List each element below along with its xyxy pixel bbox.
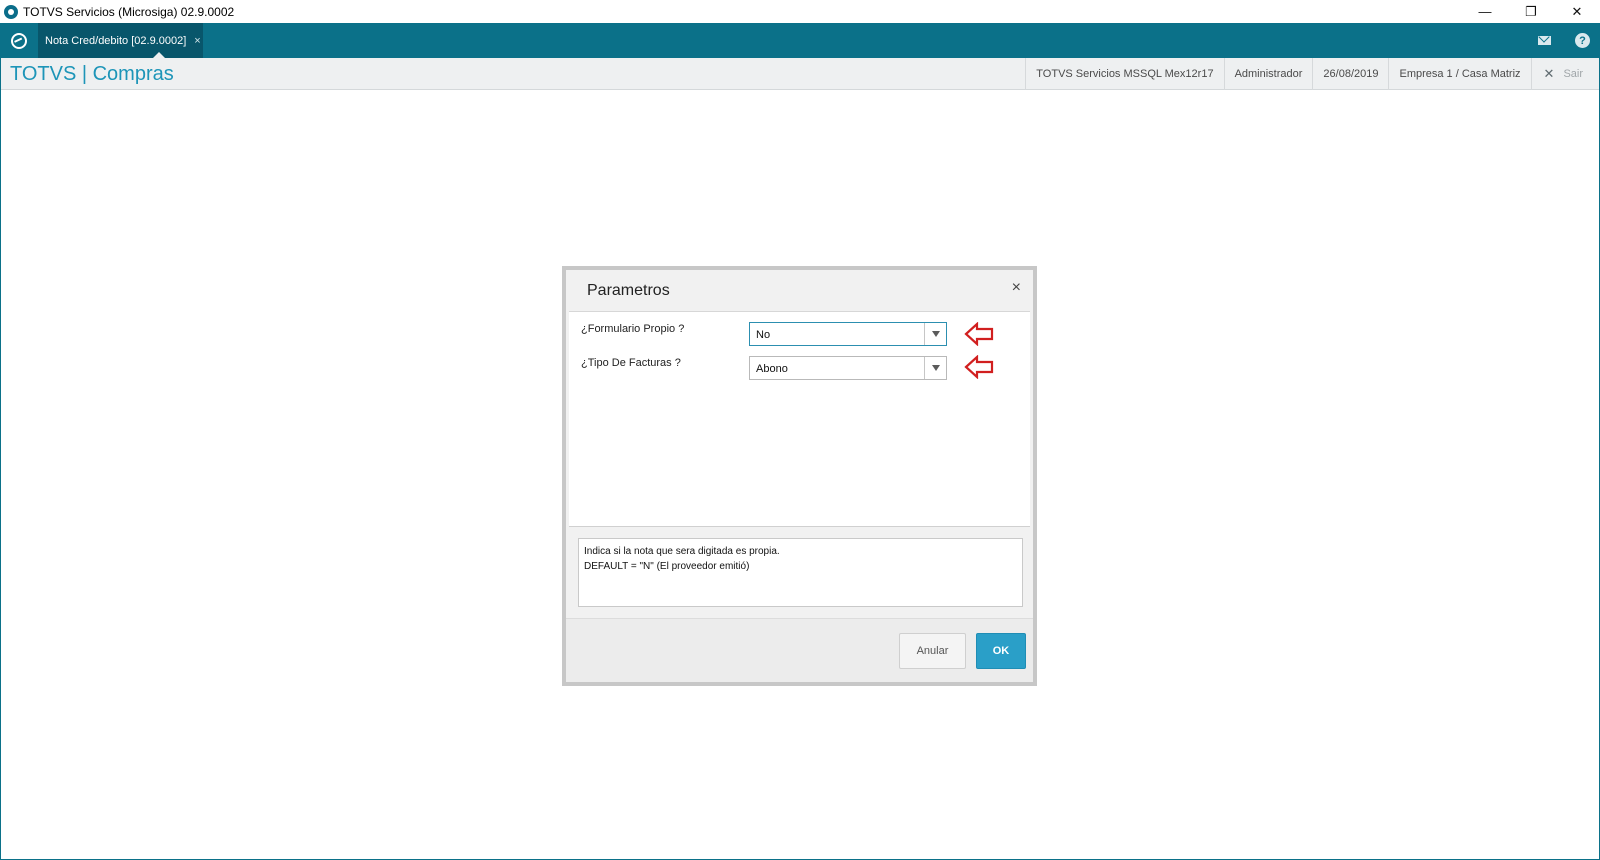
window-controls: — ❐ ✕ [1462, 0, 1600, 23]
parametros-dialog: Parametros × ¿Formulario Propio ? No ¿Ti… [562, 266, 1037, 686]
logout-label: Sair [1563, 68, 1583, 80]
window-titlebar: TOTVS Servicios (Microsiga) 02.9.0002 — … [0, 0, 1600, 23]
window-title: TOTVS Servicios (Microsiga) 02.9.0002 [23, 4, 235, 19]
restore-button[interactable]: ❐ [1508, 0, 1554, 23]
home-button[interactable] [0, 23, 38, 58]
formulario-propio-select[interactable]: No [749, 322, 947, 346]
help-line: DEFAULT = "N" (El proveedor emitió) [584, 561, 750, 572]
app-logo-icon [4, 4, 18, 19]
mail-icon[interactable] [1538, 36, 1551, 45]
close-window-button[interactable]: ✕ [1554, 0, 1600, 23]
params-panel: ¿Formulario Propio ? No ¿Tipo De Factura… [569, 311, 1030, 527]
formulario-propio-value: No [756, 329, 771, 341]
tab-bar: Nota Cred/debito [02.9.0002] × ? [0, 23, 1600, 58]
dialog-close-icon[interactable]: × [1012, 279, 1021, 297]
minimize-button[interactable]: — [1462, 0, 1508, 23]
parameter-help-text: Indica si la nota que sera digitada es p… [578, 538, 1023, 607]
header-info: TOTVS Servicios MSSQL Mex12r17 Administr… [1025, 58, 1599, 90]
help-icon[interactable]: ? [1575, 33, 1590, 48]
tab-close-icon[interactable]: × [194, 35, 200, 47]
dialog-titlebar: Parametros × [566, 270, 1033, 310]
red-arrow-indicator-icon [964, 355, 994, 379]
environment-label: TOTVS Servicios MSSQL Mex12r17 [1025, 58, 1223, 90]
totvs-home-icon [11, 32, 27, 49]
param-label-formulario-propio: ¿Formulario Propio ? [581, 323, 685, 335]
anular-button[interactable]: Anular [899, 633, 966, 669]
tab-nota-cred-debito[interactable]: Nota Cred/debito [02.9.0002] × [38, 23, 203, 58]
dropdown-arrow-icon[interactable] [924, 323, 946, 345]
ok-button[interactable]: OK [976, 633, 1026, 669]
tipo-facturas-value: Abono [756, 363, 788, 375]
help-line: Indica si la nota que sera digitada es p… [584, 546, 780, 557]
tipo-facturas-select[interactable]: Abono [749, 356, 947, 380]
dropdown-arrow-icon[interactable] [924, 357, 946, 379]
param-label-tipo-facturas: ¿Tipo De Facturas ? [581, 357, 681, 369]
dialog-footer: Anular OK [566, 618, 1033, 682]
red-arrow-indicator-icon [964, 322, 994, 346]
close-icon: ✕ [1543, 66, 1555, 81]
company-label: Empresa 1 / Casa Matriz [1388, 58, 1530, 90]
tabbar-actions: ? [1538, 23, 1600, 58]
dialog-title: Parametros [587, 282, 670, 299]
tab-label: Nota Cred/debito [02.9.0002] [45, 34, 187, 47]
logout-button[interactable]: ✕ Sair [1530, 58, 1599, 90]
brand-title: TOTVS | Compras [10, 63, 174, 85]
app-header: TOTVS | Compras TOTVS Servicios MSSQL Me… [1, 58, 1599, 90]
user-label: Administrador [1223, 58, 1313, 90]
date-label: 26/08/2019 [1312, 58, 1388, 90]
